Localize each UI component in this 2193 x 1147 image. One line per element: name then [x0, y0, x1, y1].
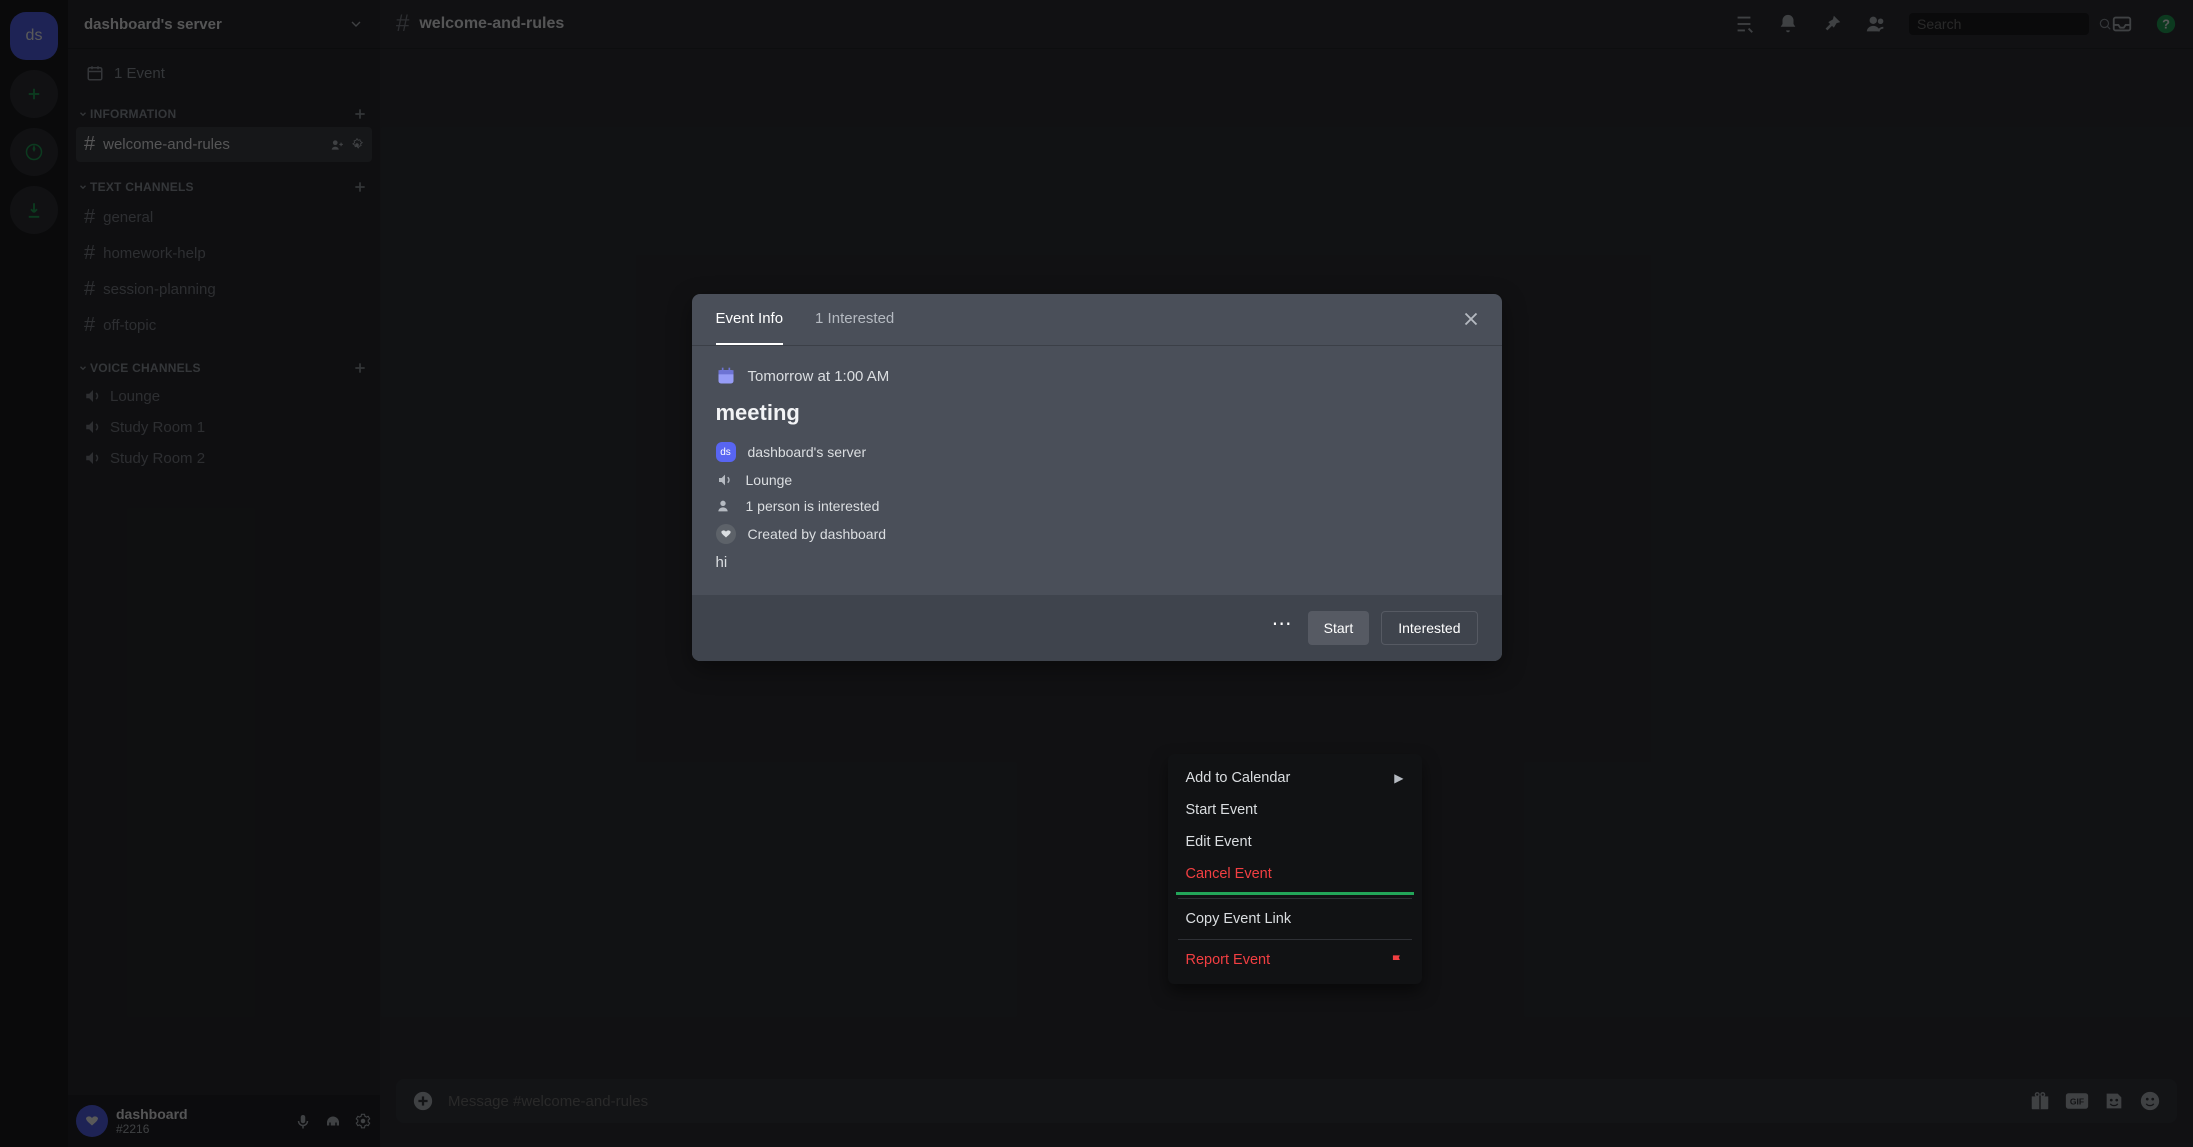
- tab-interested[interactable]: 1 Interested: [815, 310, 894, 345]
- event-description: hi: [716, 554, 1478, 571]
- flag-icon: [1390, 953, 1404, 967]
- calendar-icon: [716, 366, 736, 386]
- modal-backdrop[interactable]: Event Info 1 Interested Tomorrow at 1:00…: [0, 0, 2193, 1147]
- close-button[interactable]: [1460, 308, 1482, 330]
- event-modal: Event Info 1 Interested Tomorrow at 1:00…: [692, 294, 1502, 661]
- event-location: Lounge: [746, 472, 793, 488]
- chevron-right-icon: ▶: [1394, 771, 1403, 785]
- event-context-menu: Add to Calendar ▶ Start Event Edit Event…: [1168, 754, 1422, 984]
- people-icon: [716, 498, 734, 514]
- event-datetime: Tomorrow at 1:00 AM: [748, 368, 890, 385]
- interested-button[interactable]: Interested: [1381, 611, 1477, 645]
- event-title: meeting: [716, 400, 1478, 426]
- more-options-button[interactable]: ⋯: [1272, 611, 1292, 645]
- server-badge-icon: ds: [716, 442, 736, 462]
- event-creator: Created by dashboard: [748, 526, 887, 542]
- start-event-button[interactable]: Start: [1308, 611, 1370, 645]
- event-server: dashboard's server: [748, 444, 867, 460]
- menu-copy-event-link[interactable]: Copy Event Link: [1176, 903, 1414, 935]
- creator-avatar: [716, 524, 736, 544]
- menu-cancel-event[interactable]: Cancel Event: [1176, 858, 1414, 895]
- event-interested-count: 1 person is interested: [746, 498, 880, 514]
- menu-edit-event[interactable]: Edit Event: [1176, 826, 1414, 858]
- menu-add-to-calendar[interactable]: Add to Calendar ▶: [1176, 762, 1414, 794]
- menu-start-event[interactable]: Start Event: [1176, 794, 1414, 826]
- menu-report-event[interactable]: Report Event: [1176, 944, 1414, 976]
- speaker-icon: [716, 472, 734, 488]
- tab-event-info[interactable]: Event Info: [716, 310, 784, 345]
